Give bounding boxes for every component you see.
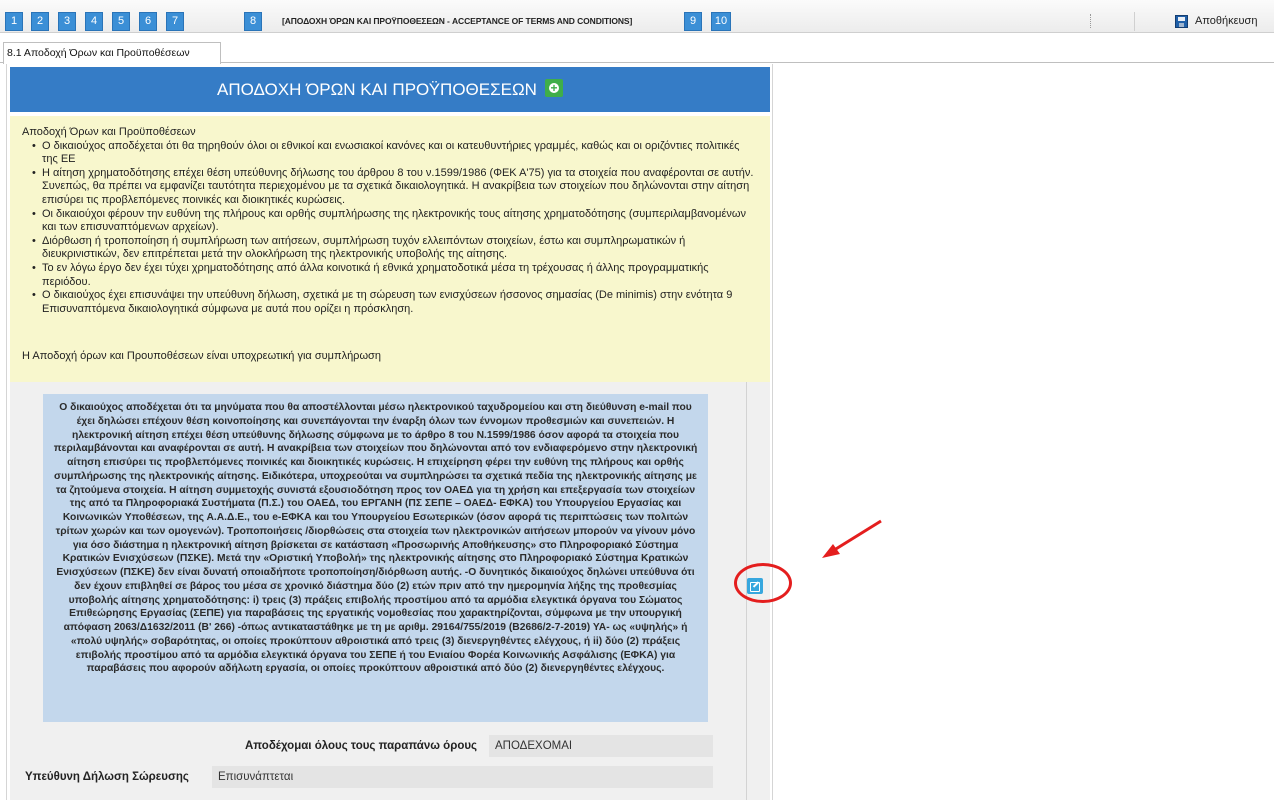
mandatory-note: Η Αποδοχή όρων και Προυποθέσεων είναι υπ… [22,350,381,362]
step-2-button[interactable]: 2 [31,12,49,31]
step-10-button[interactable]: 10 [711,12,731,31]
panel-title: ΑΠΟΔΟΧΗ ΌΡΩΝ ΚΑΙ ΠΡΟΫΠΟΘΕΣΕΩΝ [217,80,537,99]
toolbar-separator [1090,14,1091,28]
save-button[interactable]: Αποθήκευση [1134,12,1274,31]
terms-item: Ο δικαιούχος αποδέχεται ότι θα τηρηθούν … [32,140,758,167]
terms-list: Ο δικαιούχος αποδέχεται ότι θα τηρηθούν … [22,140,758,317]
terms-item: Οι δικαιούχοι φέρουν την ευθύνη της πλήρ… [32,208,758,235]
accept-terms-field[interactable]: ΑΠΟΔΕΧΟΜΑΙ [489,735,713,757]
save-button-label: Αποθήκευση [1195,15,1258,27]
panel-header: ΑΠΟΔΟΧΗ ΌΡΩΝ ΚΑΙ ΠΡΟΫΠΟΘΕΣΕΩΝ [10,67,770,112]
declaration-text: Ο δικαιούχος αποδέχεται ότι τα μηνύματα … [43,394,708,722]
tab-strip: 8.1 Αποδοχή Όρων και Προϋποθέσεων [0,42,1274,64]
terms-item: Το εν λόγω έργο δεν έχει τύχει χρηματοδό… [32,262,758,289]
terms-panel: ΑΠΟΔΟΧΗ ΌΡΩΝ ΚΑΙ ΠΡΟΫΠΟΘΕΣΕΩΝ Αποδοχή Όρ… [6,64,773,800]
step-5-button[interactable]: 5 [112,12,130,31]
step-7-button[interactable]: 7 [166,12,184,31]
terms-box: Αποδοχή Όρων και Προϋποθέσεων Ο δικαιούχ… [10,116,770,384]
step-8-button[interactable]: 8 [244,12,262,31]
wizard-step-bar: 1 2 3 4 5 6 7 8 [ΑΠΟΔΟΧΗ ΌΡΩΝ ΚΑΙ ΠΡΟΫΠΟ… [0,0,1274,33]
annotation-circle [734,563,792,603]
plus-circle-icon[interactable] [544,79,563,97]
accept-terms-label: Αποδέχομαι όλους τους παραπάνω όρους [245,740,478,752]
terms-title: Αποδοχή Όρων και Προϋποθέσεων [22,126,196,138]
floppy-disk-icon [1175,15,1188,28]
step-9-button[interactable]: 9 [684,12,702,31]
active-step-label: [ΑΠΟΔΟΧΗ ΌΡΩΝ ΚΑΙ ΠΡΟΫΠΟΘΕΣΕΩΝ - ACCEPTA… [282,16,633,26]
terms-item: Διόρθωση ή τροποποίηση ή συμπλήρωση των … [32,235,758,262]
cumulation-declaration-label: Υπεύθυνη Δήλωση Σώρευσης [25,771,189,783]
terms-item: Η αίτηση χρηματοδότησης επέχει θέση υπεύ… [32,167,758,208]
step-4-button[interactable]: 4 [85,12,103,31]
step-6-button[interactable]: 6 [139,12,157,31]
step-1-button[interactable]: 1 [5,12,23,31]
cumulation-declaration-field[interactable]: Επισυνάπτεται [212,766,713,788]
terms-item: Ο δικαιούχος έχει επισυνάψει την υπεύθυν… [32,289,758,316]
tab-terms-acceptance[interactable]: 8.1 Αποδοχή Όρων και Προϋποθέσεων [3,42,221,64]
declaration-area: Ο δικαιούχος αποδέχεται ότι τα μηνύματα … [10,382,770,800]
step-3-button[interactable]: 3 [58,12,76,31]
